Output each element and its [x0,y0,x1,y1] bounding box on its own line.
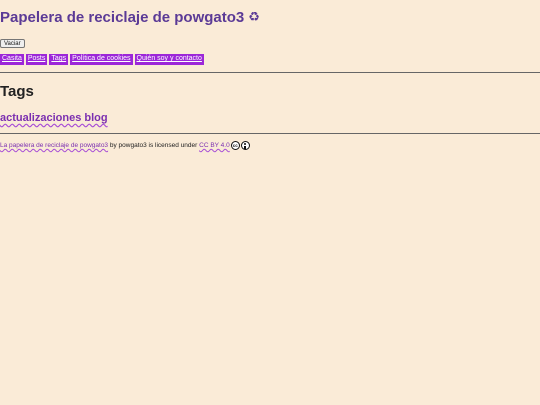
empty-trash-button[interactable]: Vaciar [0,39,25,48]
site-title-text: Papelera de reciclaje de powgato3 [0,9,245,26]
tag-link[interactable]: actualizaciones blog [0,112,108,124]
creative-commons-icon: cc [230,141,240,150]
main-nav: Casita Posts Tags Política de cookies Qu… [0,54,204,65]
section-title: Tags [0,83,34,100]
nav-item-posts[interactable]: Posts [25,54,48,65]
top-divider [0,72,540,73]
attribution-icon [240,141,250,150]
work-title-link[interactable]: La papelera de reciclaje de powgato3 [0,142,108,149]
site-title: Papelera de reciclaje de powgato3 ♻ [0,9,260,26]
recycle-icon: ♻ [248,10,260,25]
nav-item-tags[interactable]: Tags [49,54,69,65]
license-text: by powgato3 is licensed under [108,142,200,149]
license-link[interactable]: CC BY 4.0 [199,142,230,149]
nav-item-cookie-policy[interactable]: Política de cookies [70,54,133,65]
nav-item-about-contact[interactable]: Quién soy y contacto [134,54,204,65]
nav-item-casita[interactable]: Casita [0,54,24,65]
bottom-divider [0,133,540,134]
license-footer: La papelera de reciclaje de powgato3 by … [0,141,250,150]
